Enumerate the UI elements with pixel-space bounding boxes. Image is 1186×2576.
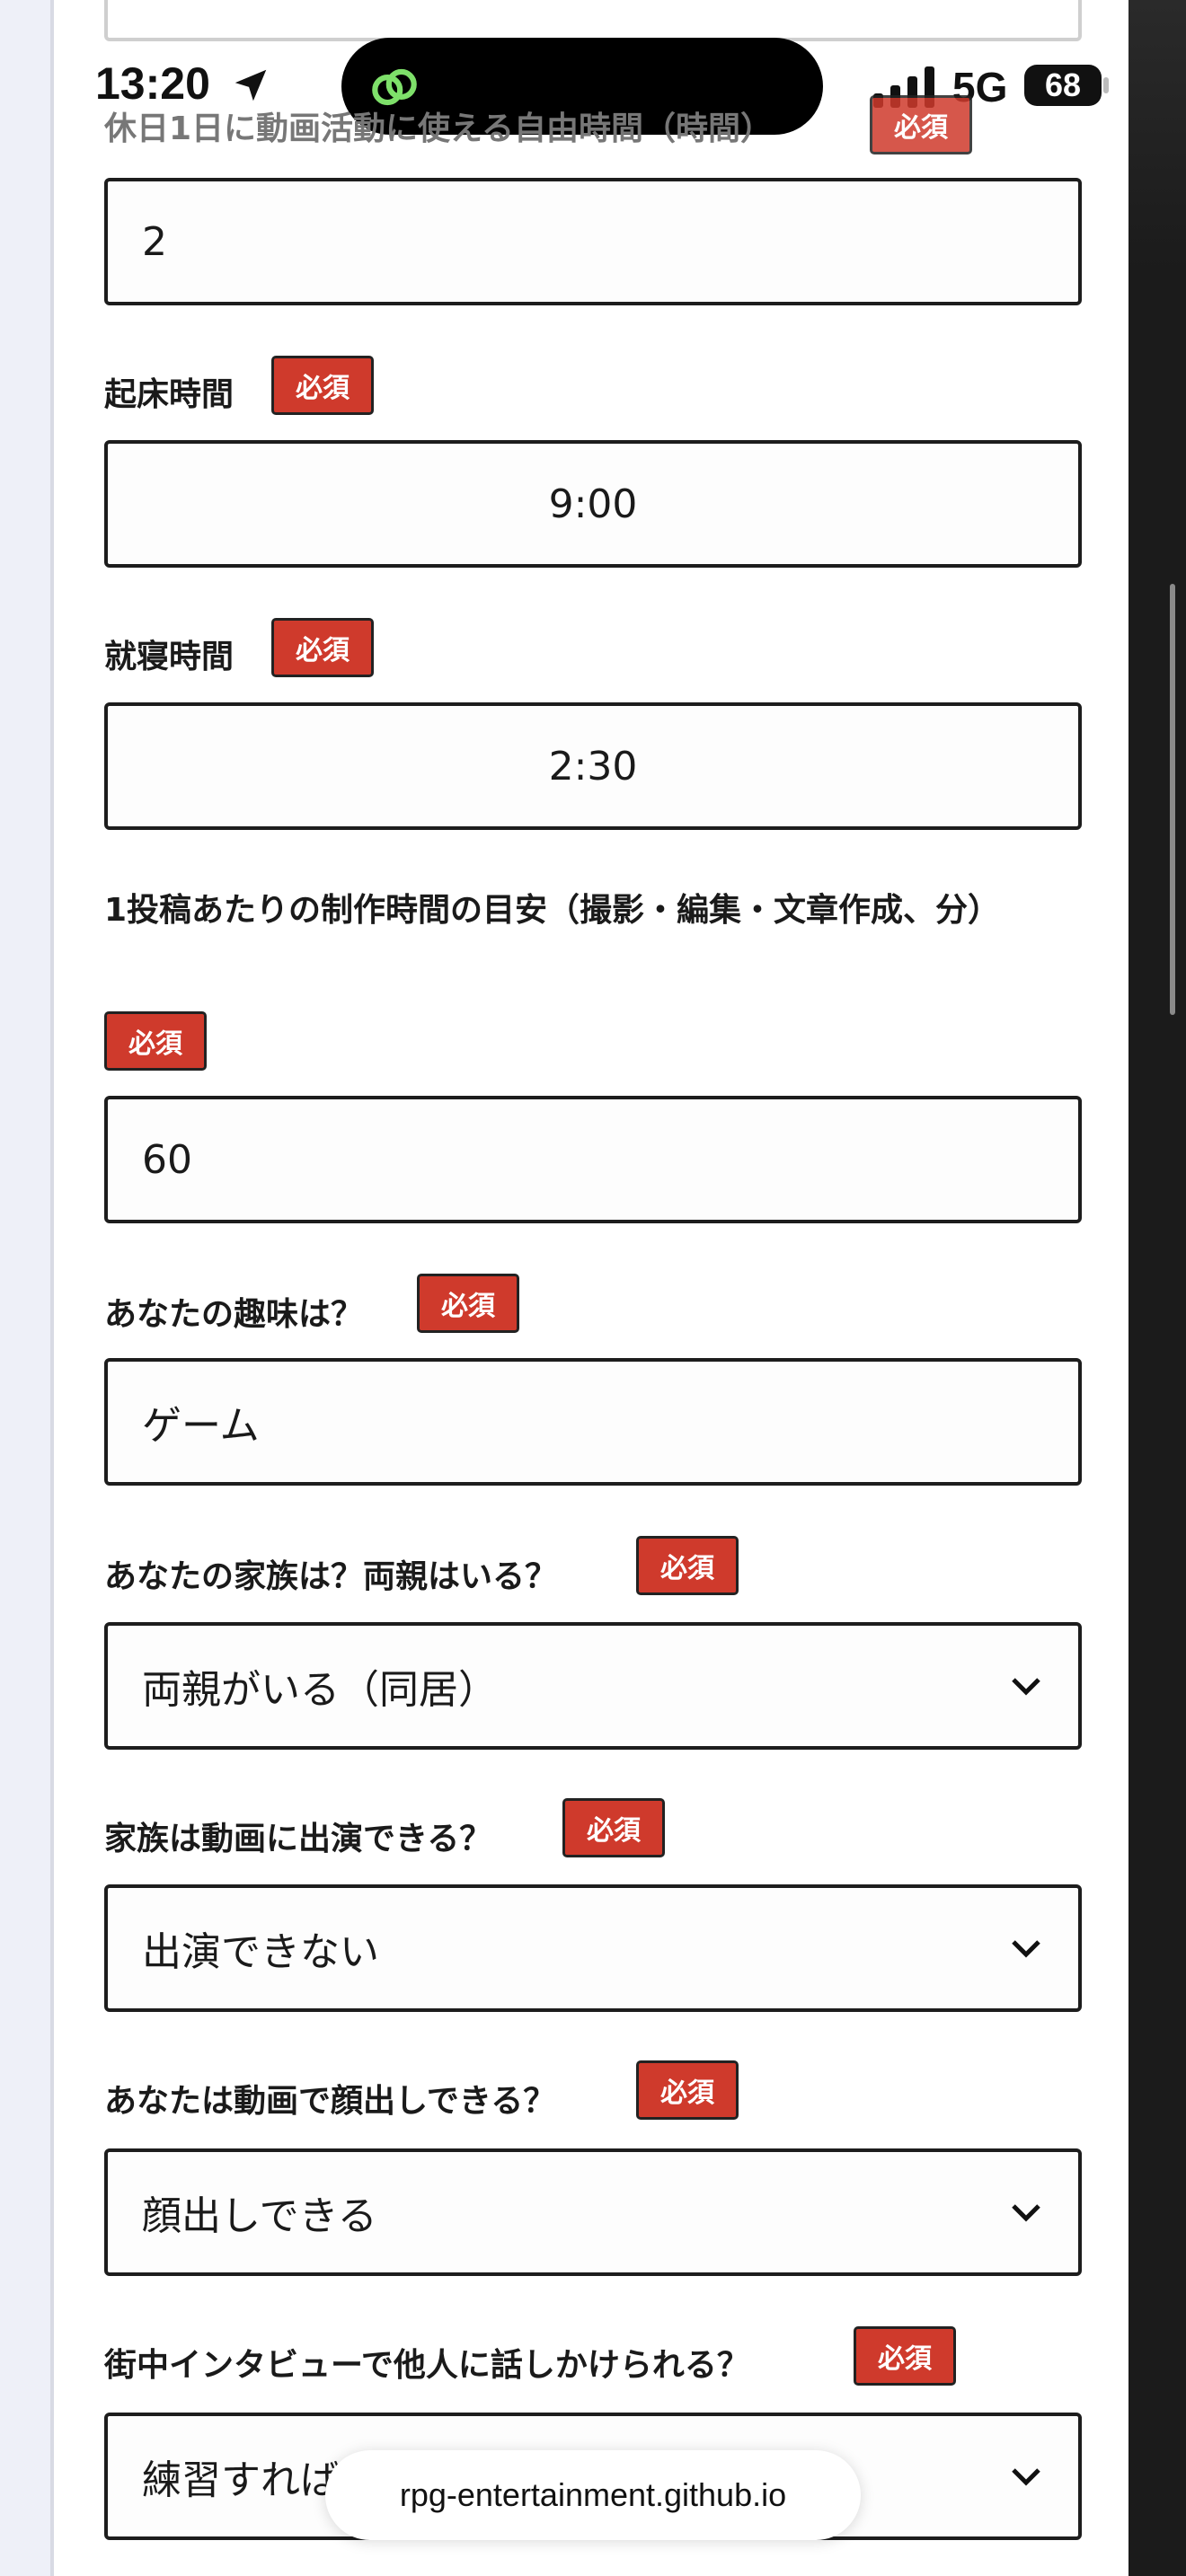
required-badge: 必須 xyxy=(854,2326,956,2386)
hobby-label: あなたの趣味は？ xyxy=(104,1296,364,1333)
chevron-down-icon xyxy=(1012,1678,1040,1696)
interview-select-value: 練習すれば xyxy=(142,2457,340,2503)
chevron-down-icon xyxy=(1012,2468,1040,2486)
sleep-time-input[interactable]: 2:30 xyxy=(104,702,1082,830)
family-select-value: 両親がいる（同居） xyxy=(142,1667,498,1713)
location-arrow-icon xyxy=(235,69,267,101)
battery-cap xyxy=(1103,77,1109,93)
wake-label: 起床時間 xyxy=(104,376,235,413)
required-badge: 必須 xyxy=(636,1536,739,1595)
required-badge: 必須 xyxy=(562,1798,665,1857)
holiday-label: 休日1日に動画活動に使える自由時間（時間） xyxy=(104,110,773,147)
required-badge: 必須 xyxy=(104,1011,207,1071)
production-label: 1投稿あたりの制作時間の目安（撮影・編集・文章作成、分） xyxy=(104,892,1001,929)
chevron-down-icon xyxy=(1012,1940,1040,1958)
scrollbar-thumb[interactable] xyxy=(1170,584,1175,1015)
holiday-input[interactable]: 2 xyxy=(104,178,1082,305)
sleep-label: 就寝時間 xyxy=(104,639,235,675)
face-select[interactable]: 顔出しできる xyxy=(104,2148,1082,2276)
production-input[interactable]: 60 xyxy=(104,1096,1082,1223)
family-appear-select[interactable]: 出演できない xyxy=(104,1884,1082,2012)
family-appear-label: 家族は動画に出演できる？ xyxy=(104,1821,492,1857)
hobby-input[interactable]: ゲーム xyxy=(104,1358,1082,1486)
required-badge: 必須 xyxy=(417,1274,519,1333)
wake-time-input[interactable]: 9:00 xyxy=(104,440,1082,568)
face-select-value: 顔出しできる xyxy=(142,2193,377,2239)
family-appear-select-value: 出演できない xyxy=(142,1929,379,1975)
family-label: あなたの家族は？両親はいる？ xyxy=(104,1558,558,1595)
battery-icon: 68 xyxy=(1024,65,1102,106)
right-rail xyxy=(1128,0,1186,2576)
face-label: あなたは動画で顔出しできる？ xyxy=(104,2083,556,2120)
browser-url-bar[interactable]: rpg-entertainment.github.io xyxy=(325,2450,861,2540)
required-badge: 必須 xyxy=(271,618,374,677)
required-badge: 必須 xyxy=(636,2060,739,2120)
required-badge: 必須 xyxy=(870,95,972,154)
family-select[interactable]: 両親がいる（同居） xyxy=(104,1622,1082,1750)
chevron-down-icon xyxy=(1012,2204,1040,2222)
page-edge xyxy=(50,0,54,2576)
interview-label: 街中インタビューで他人に話しかけられる？ xyxy=(104,2347,749,2384)
required-badge: 必須 xyxy=(271,356,374,415)
previous-field[interactable] xyxy=(104,0,1082,41)
